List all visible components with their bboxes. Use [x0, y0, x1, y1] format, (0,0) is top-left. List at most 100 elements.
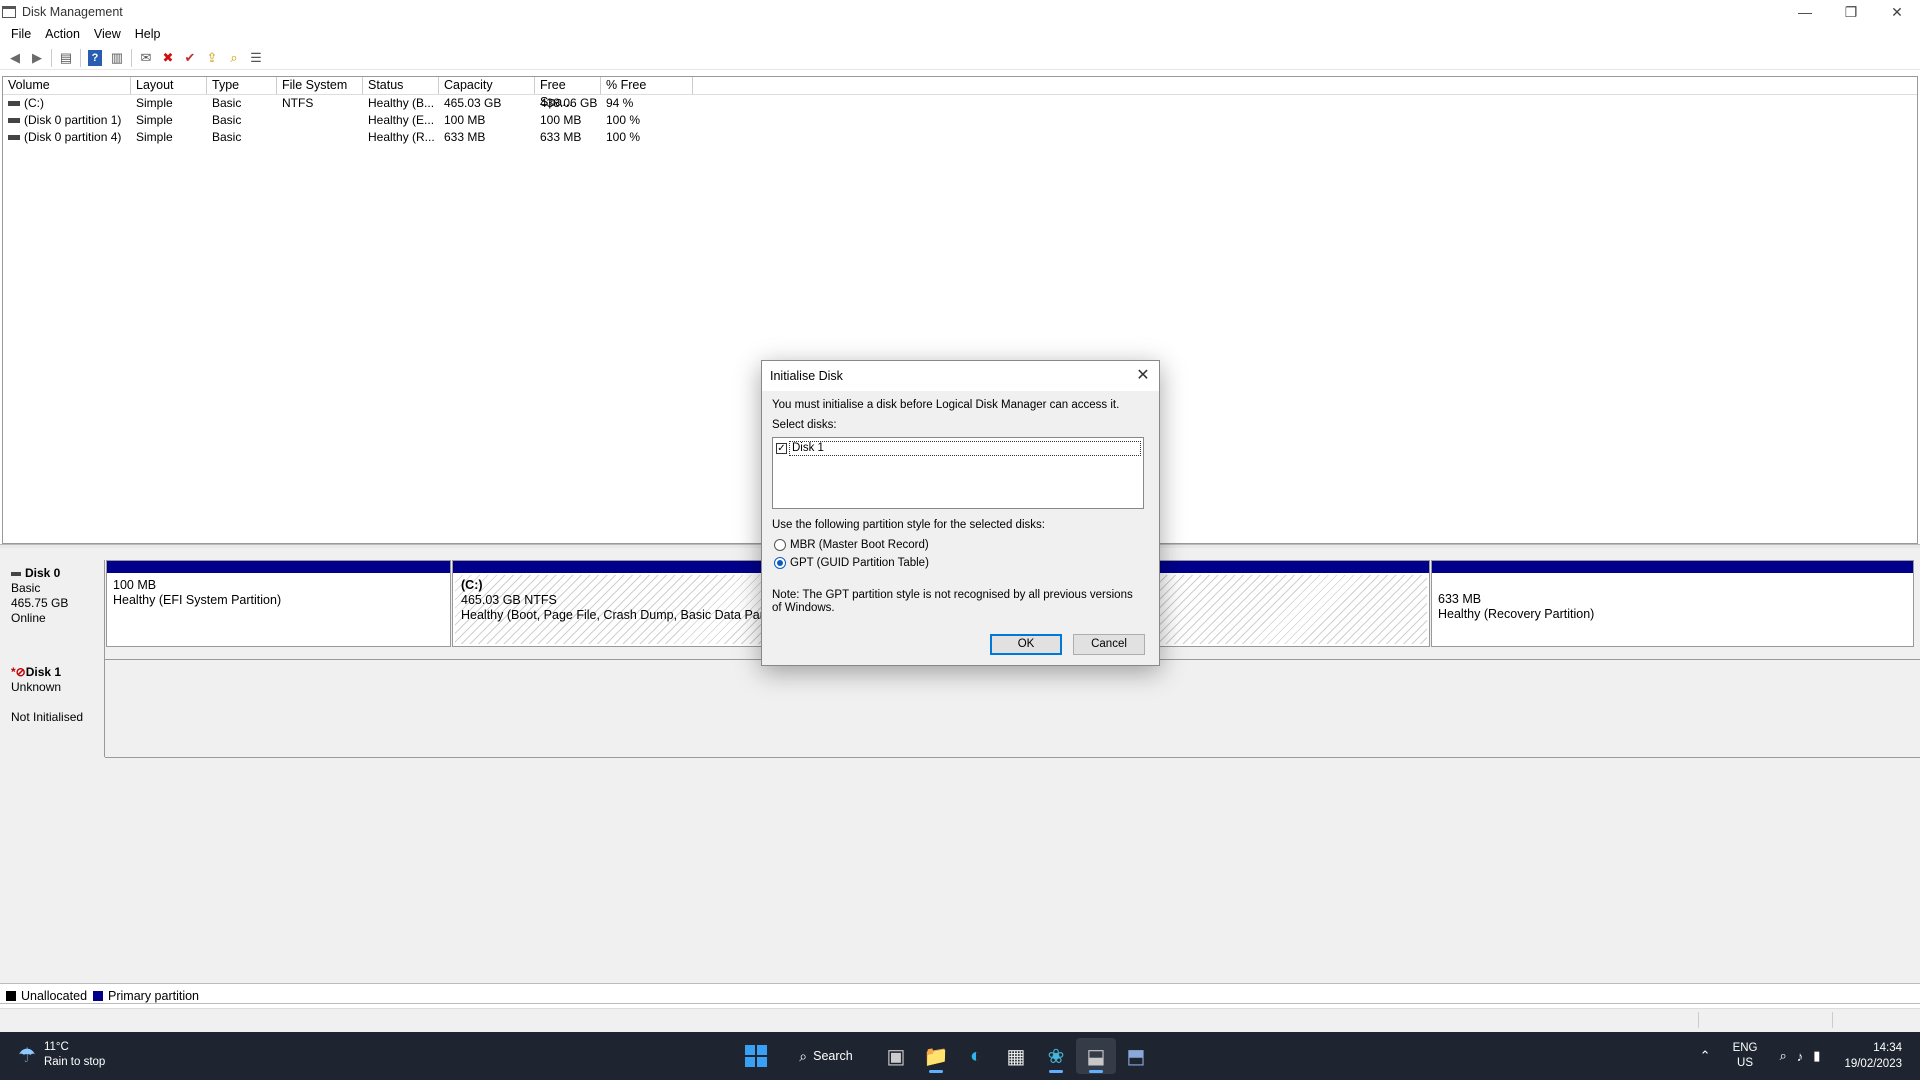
- cancel-button[interactable]: Cancel: [1073, 634, 1145, 655]
- table-row[interactable]: (Disk 0 partition 1) Simple Basic Health…: [3, 112, 1917, 129]
- disk-status: Online: [11, 611, 46, 625]
- column-volume[interactable]: Volume: [3, 77, 131, 94]
- column-file-system[interactable]: File System: [277, 77, 363, 94]
- layout-cell: Simple: [136, 96, 173, 110]
- partition-size: 633 MB: [1438, 592, 1482, 606]
- initialise-disk-dialog: Initialise Disk ✕ You must initialise a …: [761, 360, 1160, 666]
- volume-icon[interactable]: ♪: [1797, 1049, 1804, 1064]
- forward-icon[interactable]: ▶: [26, 48, 48, 68]
- gpt-option[interactable]: GPT (GUID Partition Table): [774, 557, 929, 569]
- table-row[interactable]: (Disk 0 partition 4) Simple Basic Health…: [3, 129, 1917, 146]
- disk-listbox[interactable]: ✓ Disk 1: [772, 437, 1144, 509]
- volume-cell: (Disk 0 partition 4): [3, 129, 131, 146]
- legend-primary: Primary partition: [108, 988, 200, 1003]
- clock-date: 19/02/2023: [1844, 1058, 1902, 1070]
- dialog-intro: You must initialise a disk before Logica…: [772, 399, 1120, 411]
- close-button[interactable]: ✕: [1874, 0, 1920, 24]
- title-bar: Disk Management — ❐ ✕: [0, 0, 1920, 24]
- disk-management-icon: [2, 6, 16, 18]
- show-hidden-icons-icon[interactable]: ⌃: [1700, 1048, 1711, 1064]
- battery-icon[interactable]: ▮: [1813, 1048, 1820, 1064]
- minimize-button[interactable]: —: [1782, 0, 1828, 24]
- search-label: Search: [813, 1049, 853, 1063]
- taskbar-apps: ⌕ Search ▣ 📁 ◐ ▦ ❀ ⬓ ⬒: [736, 1038, 1156, 1074]
- gpt-note: Note: The GPT partition style is not rec…: [772, 589, 1133, 614]
- volume-name: (C:): [24, 96, 44, 110]
- mbr-option[interactable]: MBR (Master Boot Record): [774, 539, 929, 551]
- disk-1-label[interactable]: *⊘Disk 1 Unknown Not Initialised: [2, 659, 105, 757]
- not-initialised-icon: *⊘: [11, 665, 26, 679]
- menu-file[interactable]: File: [4, 27, 38, 41]
- toolbar-separator: [51, 48, 52, 67]
- volume-list-header: Volume Layout Type File System Status Ca…: [3, 77, 1917, 109]
- weather-widget[interactable]: ☂ 11°C Rain to stop: [18, 1040, 105, 1070]
- gpt-radio[interactable]: [774, 557, 786, 569]
- rain-icon: ☂: [18, 1044, 36, 1067]
- partition-recovery[interactable]: 633 MB Healthy (Recovery Partition): [1431, 560, 1914, 647]
- column-layout[interactable]: Layout: [131, 77, 207, 94]
- percent-free-cell: 100 %: [606, 130, 641, 144]
- properties-icon[interactable]: ✔: [179, 48, 201, 68]
- start-button[interactable]: [736, 1038, 776, 1074]
- show-hide-icon[interactable]: ▥: [106, 48, 128, 68]
- status-cell: Healthy (B...: [368, 96, 435, 110]
- column-type[interactable]: Type: [207, 77, 277, 94]
- disk-size: 465.75 GB: [11, 596, 69, 610]
- settings-icon[interactable]: ☰: [245, 48, 267, 68]
- column-status[interactable]: Status: [363, 77, 439, 94]
- disk-0-label[interactable]: Disk 0 Basic 465.75 GB Online: [2, 560, 105, 659]
- legend: Unallocated Primary partition: [0, 988, 1920, 1004]
- dialog-close-icon[interactable]: ✕: [1133, 366, 1153, 386]
- disk-name: Disk 1: [25, 665, 62, 679]
- open-icon[interactable]: ⇪: [201, 48, 223, 68]
- disk-list-item[interactable]: ✓ Disk 1: [775, 440, 1141, 456]
- restore-button[interactable]: ❐: [1828, 0, 1874, 24]
- ok-button[interactable]: OK: [990, 634, 1062, 655]
- menu-help[interactable]: Help: [128, 27, 168, 41]
- layout-cell: Simple: [136, 113, 173, 127]
- console-tree-icon[interactable]: ▤: [55, 48, 77, 68]
- language-code: ENG: [1732, 1042, 1758, 1054]
- status-cell: Healthy (R...: [368, 130, 435, 144]
- unallocated-swatch: [6, 990, 16, 1001]
- task-view-icon[interactable]: ▣: [876, 1038, 916, 1074]
- back-icon[interactable]: ◀: [4, 48, 26, 68]
- mbr-label: MBR (Master Boot Record): [790, 539, 929, 551]
- language-indicator[interactable]: ENG US: [1733, 1041, 1758, 1071]
- gpt-label: GPT (GUID Partition Table): [790, 557, 929, 569]
- delete-icon[interactable]: ✖: [157, 48, 179, 68]
- disk-checkbox[interactable]: ✓: [776, 442, 787, 454]
- capacity-cell: 100 MB: [444, 113, 486, 127]
- region-code: US: [1737, 1057, 1754, 1069]
- help-icon[interactable]: ?: [88, 49, 102, 66]
- capacity-cell: 633 MB: [444, 130, 486, 144]
- menu-view[interactable]: View: [87, 27, 128, 41]
- volume-cell: (C:): [3, 95, 131, 112]
- edge-icon[interactable]: ◐: [956, 1038, 996, 1074]
- partition-status: Healthy (EFI System Partition): [113, 593, 282, 607]
- volume-name: (Disk 0 partition 1): [24, 113, 122, 127]
- disk-management-taskbar-icon[interactable]: ⬓: [1076, 1038, 1116, 1074]
- wifi-icon[interactable]: ⌕: [1780, 1048, 1787, 1064]
- toolbar-separator: [80, 48, 81, 67]
- clock[interactable]: 14:34 19/02/2023: [1844, 1040, 1902, 1072]
- search-icon[interactable]: ⌕: [223, 48, 245, 68]
- disk-1-area[interactable]: [105, 659, 1920, 758]
- menu-action[interactable]: Action: [38, 27, 87, 41]
- column-free-space[interactable]: Free Spa...: [535, 77, 601, 109]
- connect-icon[interactable]: ✉: [135, 48, 157, 68]
- app-icon[interactable]: ❀: [1036, 1038, 1076, 1074]
- column-percent-free[interactable]: % Free: [601, 77, 693, 94]
- table-row[interactable]: (C:) Simple Basic NTFS Healthy (B... 465…: [3, 95, 1917, 112]
- partition-style-label: Use the following partition style for th…: [772, 519, 1045, 531]
- mbr-radio[interactable]: [774, 539, 786, 551]
- column-capacity[interactable]: Capacity: [439, 77, 535, 94]
- windows-icon: [745, 1045, 767, 1067]
- file-system-cell: NTFS: [282, 96, 314, 110]
- file-explorer-icon[interactable]: 📁: [916, 1038, 956, 1074]
- taskbar-search[interactable]: ⌕ Search: [780, 1039, 872, 1073]
- partition-efi[interactable]: 100 MB Healthy (EFI System Partition): [106, 560, 451, 647]
- store-icon[interactable]: ▦: [996, 1038, 1036, 1074]
- window-controls: — ❐ ✕: [1782, 0, 1920, 24]
- computer-management-icon[interactable]: ⬒: [1116, 1038, 1156, 1074]
